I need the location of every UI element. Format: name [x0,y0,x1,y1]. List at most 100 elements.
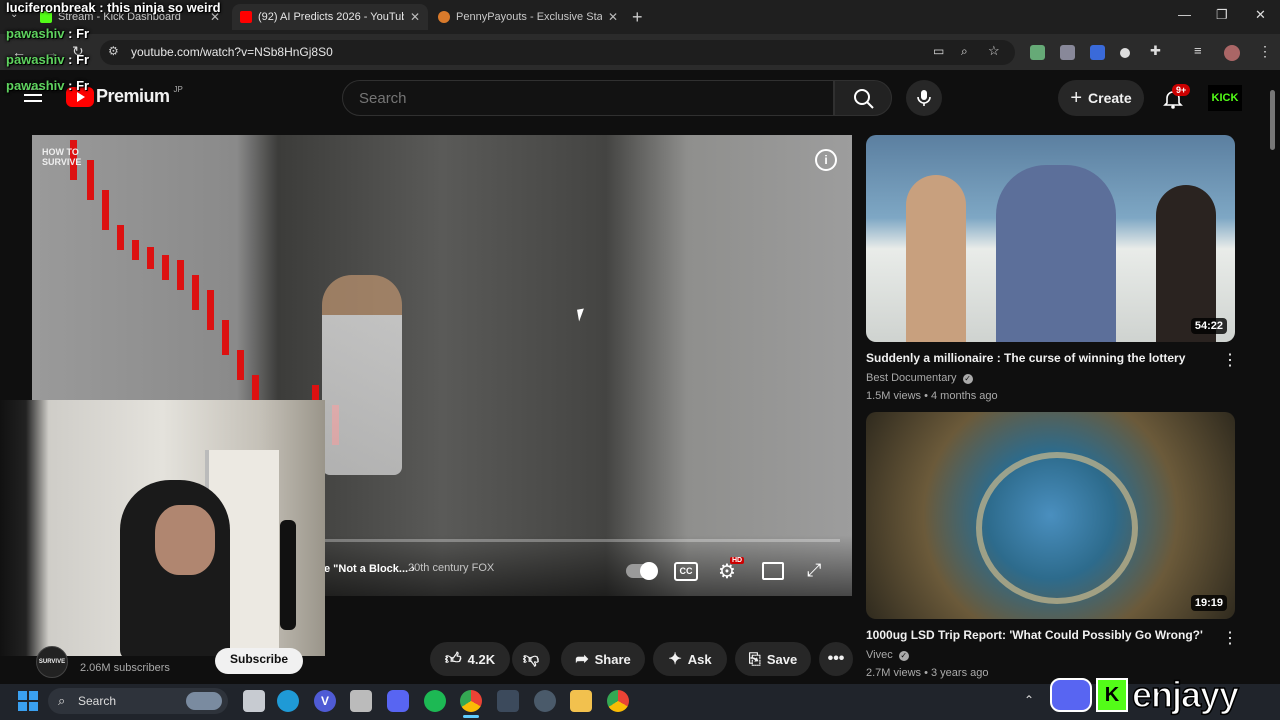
close-tab-icon[interactable]: ✕ [410,10,420,24]
sparkle-icon: ✦ [668,651,682,668]
create-label: Create [1088,90,1132,106]
captions-button[interactable]: CC [674,562,698,581]
close-window-button[interactable]: ✕ [1255,7,1266,23]
streamer-name: enjayy [1131,673,1240,716]
windows-start-icon[interactable] [18,691,38,711]
extension-icon[interactable] [1030,45,1045,60]
autoplay-toggle[interactable] [626,562,658,580]
site-info-icon[interactable]: ⚙ [108,44,119,58]
file-explorer-icon[interactable] [570,690,592,712]
chrome-icon[interactable] [607,690,629,712]
extension-icon[interactable] [1090,45,1105,60]
video-duration: 54:22 [1190,318,1227,334]
hd-badge: HD [730,557,745,564]
task-view-icon[interactable] [243,690,265,712]
search-button[interactable] [834,80,892,116]
thumbnail-person [996,165,1116,342]
thumbs-up-icon: 👍︎ [444,650,462,668]
share-icon: ➦ [575,651,589,668]
info-icon[interactable]: i [815,149,837,171]
share-button[interactable]: ➦ Share [561,642,645,676]
app-v-icon[interactable]: V [314,690,336,712]
notifications-button[interactable]: 9+ [1160,84,1191,112]
chapter-title[interactable]: e "Not a Block... › [324,563,415,575]
thumbnail-figure [976,452,1138,604]
active-app-indicator [463,715,479,718]
taskbar-search-box[interactable]: ⌕ Search [48,688,228,714]
minimize-button[interactable]: — [1178,7,1191,22]
more-options-icon[interactable]: ⋮ [1222,628,1238,648]
bookmark-star-icon[interactable]: ☆ [988,43,1000,59]
thumbs-down-icon: 👎︎ [522,650,540,668]
recommendation-stats: 2.7M views • 3 years ago [866,667,989,679]
maximize-button[interactable]: ❐ [1216,7,1228,23]
recommendation-channel[interactable]: Vivec ✓ [866,649,909,661]
recommendation-channel[interactable]: Best Documentary ✓ [866,372,973,384]
chat-text: Fr [76,52,90,67]
microphone-arm [280,520,296,630]
save-button[interactable]: ⎘ Save [735,642,811,676]
edge-icon[interactable] [277,690,299,712]
search-highlight-icon [186,692,222,710]
profile-avatar[interactable] [1224,45,1240,61]
calculator-icon[interactable] [497,690,519,712]
tray-overflow-icon[interactable]: ⌃ [1024,693,1034,707]
tab-pennypayouts[interactable]: PennyPayouts - Exclusive Stake ✕ [430,4,626,30]
recommendation-thumbnail[interactable]: 54:22 [866,135,1235,342]
more-horizontal-icon: ••• [827,650,845,667]
extensions-puzzle-icon[interactable]: ✚ [1150,43,1161,59]
chat-message: pawashiv : Fr [6,26,90,41]
chat-text: Fr [76,26,90,41]
ask-button[interactable]: ✦ Ask [653,642,727,676]
new-tab-button[interactable]: + [632,7,643,28]
subscribe-button[interactable]: Subscribe [215,648,303,674]
channel-avatar[interactable]: SURVIVE [36,646,68,678]
tab-title: PennyPayouts - Exclusive Stake [456,11,602,23]
video-duration: 19:19 [1190,595,1227,611]
verified-icon: ✓ [898,651,909,661]
verified-icon: ✓ [962,374,973,384]
chat-message: pawashiv : Fr [6,52,90,67]
url-text[interactable]: youtube.com/watch?v=NSb8HnGj8S0 [131,45,333,59]
close-tab-icon[interactable]: ✕ [608,10,618,24]
kick-channel-avatar[interactable]: KICK [1208,85,1242,111]
like-button[interactable]: 👍︎ 4.2K [430,642,510,676]
logo-text: Premium [96,86,170,106]
tab-youtube[interactable]: (92) AI Predicts 2026 - YouTube ✕ [232,4,428,30]
streamer-branding: K enjayy [1050,672,1278,718]
chat-message: luciferonbreak : this ninja so weird [6,0,221,15]
search-input[interactable] [342,80,834,116]
clock-app-icon[interactable] [534,690,556,712]
media-control-icon[interactable]: ≡ [1194,43,1202,58]
chat-username: luciferonbreak [6,0,96,15]
settings-button[interactable]: ⚙ HD [718,557,745,583]
obs-capture-icon[interactable] [350,690,372,712]
chrome-icon[interactable] [460,690,482,712]
browser-menu-icon[interactable]: ⋮ [1258,43,1272,60]
extension-icon[interactable] [1120,48,1130,58]
more-options-icon[interactable]: ⋮ [1222,350,1238,370]
recommendation-title[interactable]: 1000ug LSD Trip Report: 'What Could Poss… [866,628,1206,642]
bookmark-icon: ⎘ [748,650,761,668]
recommendation-thumbnail[interactable]: 19:19 [866,412,1235,619]
dislike-button[interactable]: 👎︎ [512,642,550,676]
fullscreen-button[interactable]: ⤢ [807,560,821,581]
recommendation-title[interactable]: Suddenly a millionaire : The curse of wi… [866,351,1206,365]
plus-icon: + [1070,86,1083,109]
discord-icon[interactable] [387,690,409,712]
chat-username: pawashiv [6,26,65,41]
install-app-icon[interactable]: ▭ [933,44,944,58]
gear-icon: ⚙ [718,561,736,583]
extension-icon[interactable] [1060,45,1075,60]
create-button[interactable]: + Create [1058,80,1144,116]
zoom-icon[interactable]: ⌕ [961,44,968,59]
channel-watermark: HOW TO SURVIVE [42,147,82,167]
video-credit: 20th century FOX [408,562,495,574]
more-actions-button[interactable]: ••• [819,642,853,676]
discord-logo-icon [1050,678,1092,712]
spotify-icon[interactable] [424,690,446,712]
voice-search-button[interactable] [906,80,942,116]
page-scrollbar[interactable] [1270,90,1275,150]
theater-mode-button[interactable] [762,562,784,580]
chat-text: Fr [76,78,90,93]
